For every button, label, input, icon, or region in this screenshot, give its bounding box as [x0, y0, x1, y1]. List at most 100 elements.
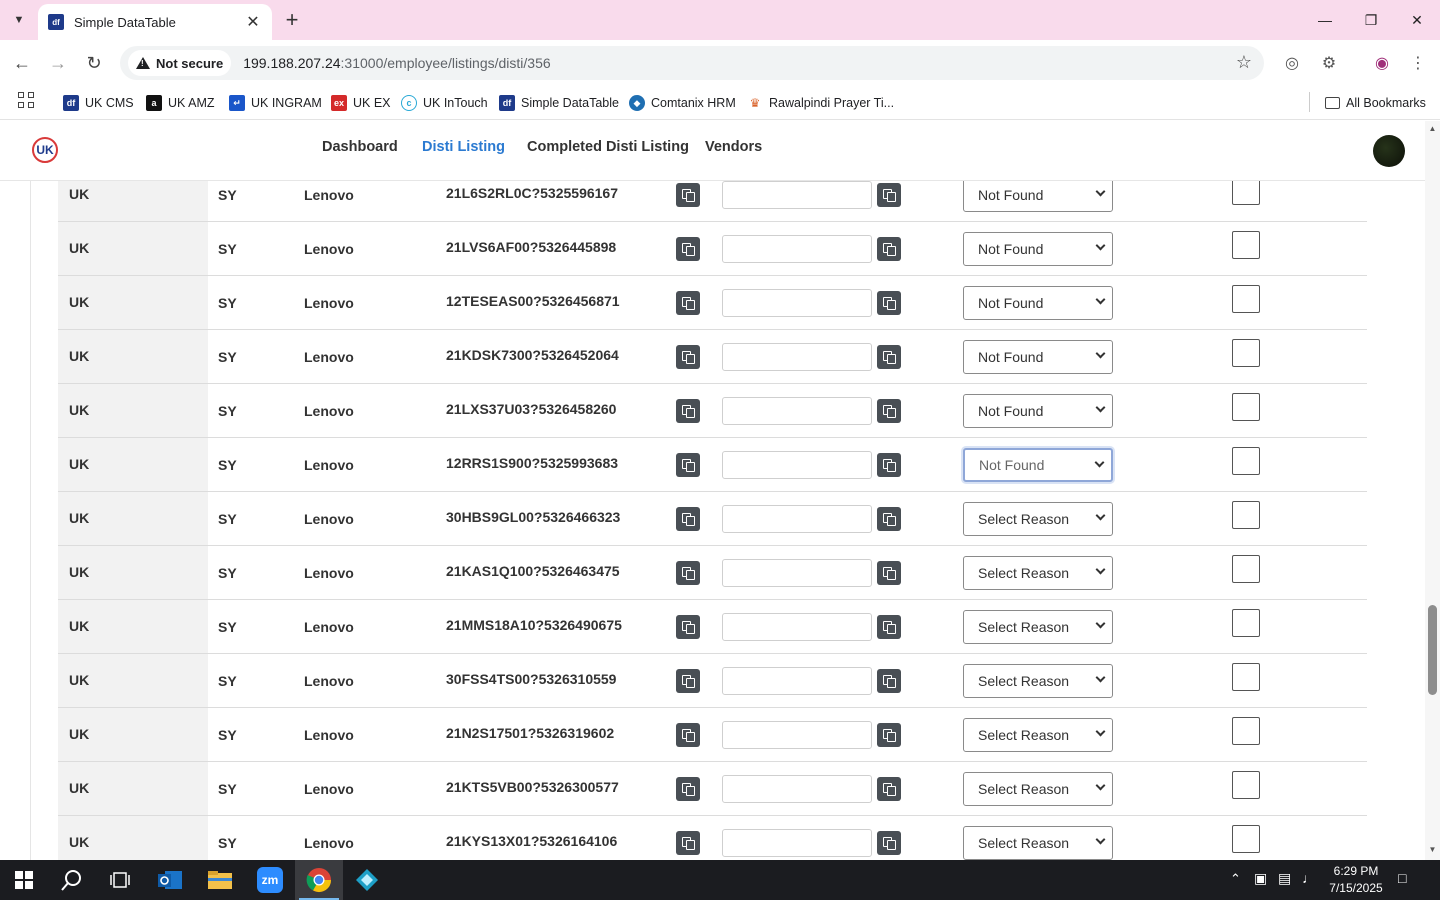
copy-sku-button[interactable]: [676, 345, 700, 369]
paste-button[interactable]: [877, 345, 901, 369]
translate-icon[interactable]: ◎: [1281, 52, 1303, 74]
task-view-icon[interactable]: [96, 860, 144, 900]
row-checkbox[interactable]: [1232, 501, 1260, 529]
minimize-icon[interactable]: —: [1302, 0, 1348, 40]
tin-input[interactable]: [722, 235, 872, 263]
scroll-up-icon[interactable]: ▲: [1428, 124, 1437, 133]
tin-input[interactable]: [722, 505, 872, 533]
reason-select[interactable]: Select Reason: [963, 556, 1113, 590]
copy-sku-button[interactable]: [676, 561, 700, 585]
window-close-icon[interactable]: ✕: [1394, 0, 1440, 40]
tin-input[interactable]: [722, 181, 872, 209]
paste-button[interactable]: [877, 507, 901, 531]
row-checkbox[interactable]: [1232, 825, 1260, 853]
copy-sku-button[interactable]: [676, 399, 700, 423]
search-icon[interactable]: [48, 860, 96, 900]
paste-button[interactable]: [877, 291, 901, 315]
row-checkbox[interactable]: [1232, 717, 1260, 745]
reason-select[interactable]: Not Found: [963, 181, 1113, 212]
app-icon[interactable]: [343, 860, 391, 900]
copy-sku-button[interactable]: [676, 453, 700, 477]
row-checkbox[interactable]: [1232, 181, 1260, 205]
reason-select[interactable]: Not Found: [963, 448, 1113, 482]
reason-select[interactable]: Select Reason: [963, 826, 1113, 860]
bookmark-simple-datatable[interactable]: df Simple DataTable: [499, 92, 619, 114]
tin-input[interactable]: [722, 775, 872, 803]
copy-sku-button[interactable]: [676, 831, 700, 855]
scroll-down-icon[interactable]: ▼: [1428, 845, 1437, 854]
tab-search-chevron-icon[interactable]: ▼: [6, 8, 32, 32]
reason-select[interactable]: Not Found: [963, 394, 1113, 428]
tray-network-alert-icon[interactable]: ▣: [1254, 870, 1267, 887]
paste-button[interactable]: [877, 615, 901, 639]
paste-button[interactable]: [877, 669, 901, 693]
url-text[interactable]: 199.188.207.24:31000/employee/listings/d…: [243, 55, 550, 71]
row-checkbox[interactable]: [1232, 339, 1260, 367]
browser-tab-active[interactable]: df Simple DataTable ✕: [38, 4, 272, 40]
copy-sku-button[interactable]: [676, 507, 700, 531]
tray-chevron-icon[interactable]: ⌃: [1230, 871, 1241, 887]
taskbar-clock[interactable]: 6:29 PM 7/15/2025: [1318, 863, 1394, 897]
tin-input[interactable]: [722, 667, 872, 695]
nav-dashboard[interactable]: Dashboard: [322, 139, 398, 155]
tin-input[interactable]: [722, 289, 872, 317]
tin-input[interactable]: [722, 559, 872, 587]
bookmark-star-icon[interactable]: ☆: [1236, 52, 1252, 73]
tin-input[interactable]: [722, 451, 872, 479]
reason-select[interactable]: Not Found: [963, 340, 1113, 374]
forward-arrow-icon[interactable]: →: [45, 50, 71, 76]
tab-close-icon[interactable]: ✕: [244, 12, 262, 32]
tin-input[interactable]: [722, 721, 872, 749]
nav-disti-listing[interactable]: Disti Listing: [422, 139, 505, 155]
row-checkbox[interactable]: [1232, 609, 1260, 637]
row-checkbox[interactable]: [1232, 393, 1260, 421]
notifications-icon[interactable]: □: [1398, 870, 1406, 886]
reason-select[interactable]: Not Found: [963, 286, 1113, 320]
back-arrow-icon[interactable]: ←: [9, 50, 35, 76]
row-checkbox[interactable]: [1232, 231, 1260, 259]
row-checkbox[interactable]: [1232, 663, 1260, 691]
scrollbar-thumb[interactable]: [1428, 605, 1437, 695]
reload-icon[interactable]: ↻: [81, 50, 107, 76]
profile-icon[interactable]: ◉: [1371, 52, 1393, 74]
paste-button[interactable]: [877, 777, 901, 801]
paste-button[interactable]: [877, 561, 901, 585]
bookmark-uk-ingram[interactable]: ↵ UK INGRAM: [229, 92, 322, 114]
zoom-icon[interactable]: zm: [246, 860, 294, 900]
chrome-icon[interactable]: [295, 860, 343, 900]
address-bar[interactable]: Not secure 199.188.207.24:31000/employee…: [120, 46, 1264, 80]
reason-select[interactable]: Not Found: [963, 232, 1113, 266]
user-avatar[interactable]: [1373, 135, 1405, 167]
tray-volume-muted-icon[interactable]: ♩: [1302, 870, 1316, 886]
nav-vendors[interactable]: Vendors: [705, 139, 762, 155]
paste-button[interactable]: [877, 723, 901, 747]
paste-button[interactable]: [877, 453, 901, 477]
paste-button[interactable]: [877, 237, 901, 261]
menu-kebab-icon[interactable]: ⋮: [1407, 52, 1429, 74]
apps-grid-icon[interactable]: [18, 92, 34, 108]
file-explorer-icon[interactable]: [196, 860, 244, 900]
copy-sku-button[interactable]: [676, 777, 700, 801]
all-bookmarks[interactable]: All Bookmarks: [1325, 92, 1426, 114]
page-scrollbar[interactable]: ▲ ▼: [1425, 121, 1440, 860]
bookmark-comtanix-hrm[interactable]: ◆ Comtanix HRM: [629, 92, 736, 114]
bookmark-uk-intouch[interactable]: c UK InTouch: [401, 92, 488, 114]
tray-network-icon[interactable]: ▤: [1278, 870, 1291, 887]
copy-sku-button[interactable]: [676, 723, 700, 747]
tin-input[interactable]: [722, 613, 872, 641]
paste-button[interactable]: [877, 399, 901, 423]
start-icon[interactable]: [0, 860, 48, 900]
row-checkbox[interactable]: [1232, 447, 1260, 475]
nav-completed-disti-listing[interactable]: Completed Disti Listing: [527, 139, 689, 155]
bookmark-uk-ex[interactable]: ex UK EX: [331, 92, 391, 114]
extensions-icon[interactable]: ⚙: [1318, 52, 1340, 74]
copy-sku-button[interactable]: [676, 183, 700, 207]
row-checkbox[interactable]: [1232, 285, 1260, 313]
outlook-icon[interactable]: [146, 860, 194, 900]
copy-sku-button[interactable]: [676, 615, 700, 639]
restore-icon[interactable]: ❐: [1348, 0, 1394, 40]
reason-select[interactable]: Select Reason: [963, 610, 1113, 644]
bookmark-rawalpindi-prayer[interactable]: ♛ Rawalpindi Prayer Ti...: [747, 92, 894, 114]
paste-button[interactable]: [877, 183, 901, 207]
new-tab-icon[interactable]: +: [280, 7, 304, 33]
